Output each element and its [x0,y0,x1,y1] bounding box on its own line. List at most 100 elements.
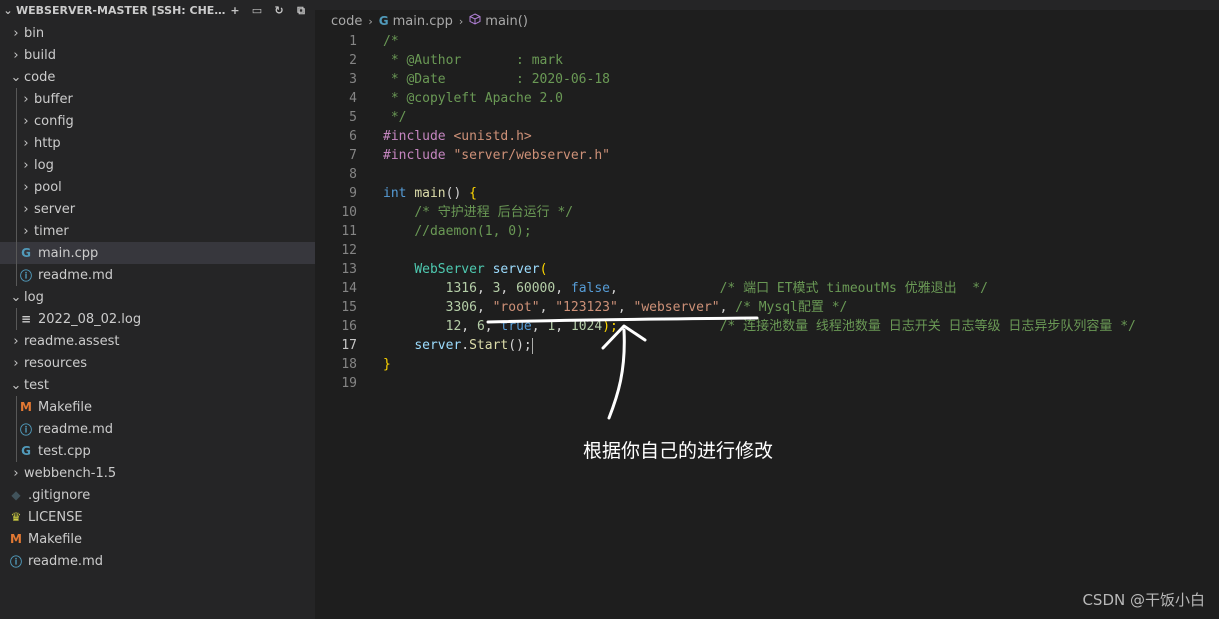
code-token: 3306 [445,300,477,315]
code-line[interactable]: 11 //daemon(1, 0); [315,222,1219,241]
chevron-right-icon[interactable]: › [8,466,24,481]
tree-folder[interactable]: › log [0,154,315,176]
line-number: 8 [349,167,357,182]
chevron-right-icon[interactable]: › [18,180,34,195]
chevron-right-icon[interactable]: › [18,114,34,129]
chevron-right-icon[interactable]: › [18,136,34,151]
indent-guide [16,396,17,418]
tree-file[interactable]: ♛ LICENSE [0,506,315,528]
code-line[interactable]: 8 [315,165,1219,184]
tree-file[interactable]: M Makefile [0,396,315,418]
tree-folder[interactable]: ⌄ test [0,374,315,396]
tree-folder[interactable]: › buffer [0,88,315,110]
code-token: (); [508,338,532,353]
chevron-right-icon[interactable]: › [8,48,24,63]
code-line[interactable]: 3 * @Date : 2020-06-18 [315,70,1219,89]
indent-guide [16,110,17,132]
chevron-right-icon[interactable]: › [8,334,24,349]
chevron-right-icon[interactable]: › [18,92,34,107]
tree-folder[interactable]: › readme.assest [0,330,315,352]
code-line[interactable]: 7 #include "server/webserver.h" [315,146,1219,165]
watermark: CSDN @干饭小白 [1082,591,1205,609]
tree-item-label: Makefile [38,399,93,415]
code-token: server [492,262,540,277]
code-editor[interactable]: 1/* 2 * @Author : mark 3 * @Date : 2020-06… [315,32,1219,393]
code-line[interactable]: 14 1316, 3, 60000, false, /* 端口 ET模式 tim… [315,279,1219,298]
chevron-right-icon[interactable]: › [18,202,34,217]
code-line[interactable]: 10 /* 守护进程 后台运行 */ [315,203,1219,222]
code-token: , [610,281,720,296]
code-line[interactable]: 13 WebServer server( [315,260,1219,279]
chevron-right-icon[interactable]: › [18,224,34,239]
tree-file[interactable]: Gmain.cpp [0,242,315,264]
code-token: /* [383,34,399,49]
code-token: server [414,338,462,353]
tree-folder[interactable]: › timer [0,220,315,242]
chevron-down-icon[interactable]: ⌄ [8,378,24,393]
tree-folder[interactable]: › pool [0,176,315,198]
explorer-header[interactable]: ⌄ WEBSERVER-MASTER [SSH: CHEN-VI... + ▭ ↻ ⧉ [0,0,315,22]
code-line[interactable]: 17 server.Start(); [315,336,1219,355]
code-line[interactable]: 12 [315,241,1219,260]
tree-file[interactable]: ≡ 2022_08_02.log [0,308,315,330]
tree-folder[interactable]: › config [0,110,315,132]
code-token: <unistd.h> [453,129,532,144]
code-line[interactable]: 19 [315,374,1219,393]
workspace-title[interactable]: WEBSERVER-MASTER [SSH: CHEN-VI... [14,0,227,22]
tree-folder[interactable]: › bin [0,22,315,44]
tree-file[interactable]: ⓘ readme.md [0,264,315,286]
tree-folder[interactable]: › resources [0,352,315,374]
code-line[interactable]: 9 int main() { [315,184,1219,203]
code-line[interactable]: 2 * @Author : mark [315,51,1219,70]
breadcrumb-folder[interactable]: code [331,14,362,29]
log-file-icon: ≡ [20,312,32,326]
code-token: , [539,300,556,315]
code-line[interactable]: 1 /* [315,32,1219,51]
cpp-file-icon: G [21,246,31,260]
tree-folder[interactable]: › http [0,132,315,154]
code-text: */ [383,108,407,127]
new-folder-icon[interactable]: ▭ [249,3,265,19]
code-line[interactable]: 4 * @copyleft Apache 2.0 [315,89,1219,108]
code-token: ); [602,319,618,334]
code-line[interactable]: 18} [315,355,1219,374]
breadcrumb-file[interactable]: main.cpp [393,14,453,29]
indent-guide [16,154,17,176]
refresh-icon[interactable]: ↻ [271,3,287,19]
tree-file[interactable]: M Makefile [0,528,315,550]
chevron-right-icon[interactable]: › [8,26,24,41]
chevron-down-icon[interactable]: ⌄ [2,0,14,22]
chevron-down-icon[interactable]: ⌄ [8,290,24,305]
code-text: server.Start(); [383,336,533,355]
breadcrumb-symbol[interactable]: main() [485,14,528,29]
tree-file[interactable]: Gtest.cpp [0,440,315,462]
tree-item-label: buffer [34,91,73,107]
code-line[interactable]: 15 3306, "root", "123123", "webserver", … [315,298,1219,317]
tree-folder[interactable]: ⌄ code [0,66,315,88]
line-number: 6 [349,129,357,144]
tree-folder[interactable]: ⌄ log [0,286,315,308]
tree-folder[interactable]: › webbench-1.5 [0,462,315,484]
indent-guide [16,220,17,242]
tree-file[interactable]: ⓘ readme.md [0,550,315,572]
chevron-right-icon[interactable]: › [18,158,34,173]
chevron-right-icon[interactable]: › [8,356,24,371]
code-line[interactable]: 16 12, 6, true, 1, 1024); /* 连接池数量 线程池数量… [315,317,1219,336]
code-text: * @Author : mark [383,51,563,70]
tree-file[interactable]: ◆ .gitignore [0,484,315,506]
tree-folder[interactable]: › build [0,44,315,66]
line-number: 12 [341,243,357,258]
line-number: 3 [349,72,357,87]
code-token: , [555,281,571,296]
tree-folder[interactable]: › server [0,198,315,220]
explorer-sidebar: ⌄ WEBSERVER-MASTER [SSH: CHEN-VI... + ▭ ↻ ⧉… [0,0,315,619]
code-line[interactable]: 6 #include <unistd.h> [315,127,1219,146]
collapse-all-icon[interactable]: ⧉ [293,3,309,19]
chevron-down-icon[interactable]: ⌄ [8,70,24,85]
code-line[interactable]: 5 */ [315,108,1219,127]
tree-file[interactable]: ⓘ readme.md [0,418,315,440]
new-file-icon[interactable]: + [227,3,243,19]
code-token: , [531,319,548,334]
